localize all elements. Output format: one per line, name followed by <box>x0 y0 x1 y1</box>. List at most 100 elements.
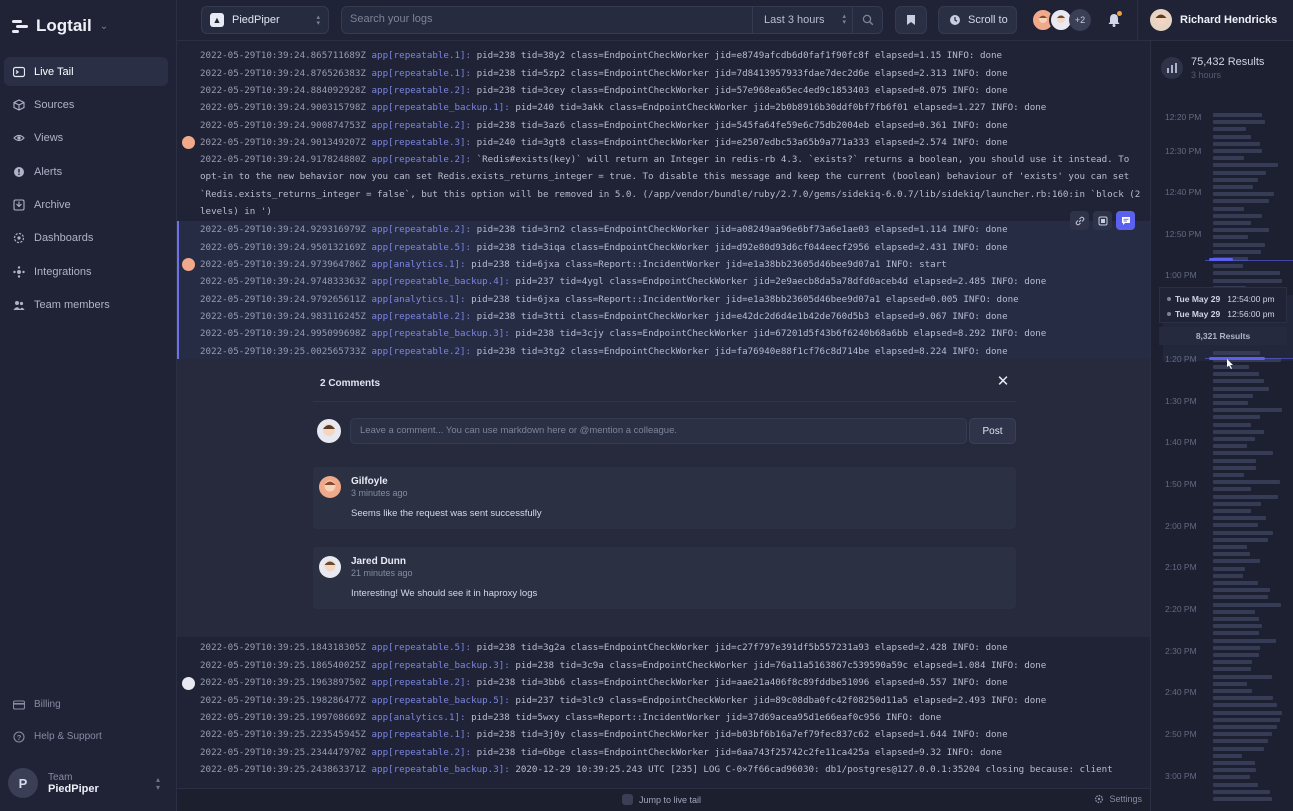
log-footer: Jump to live tail Settings <box>177 788 1150 811</box>
log-line[interactable]: 2022-05-29T10:39:24.979265611Z app[analy… <box>200 291 1145 308</box>
histogram-bar <box>1213 523 1258 528</box>
log-line-multiline[interactable]: 2022-05-29T10:39:24.917824880Z app[repea… <box>200 151 1145 221</box>
post-button[interactable]: Post <box>969 418 1016 444</box>
notification-dot <box>1117 11 1122 16</box>
log-line[interactable]: 2022-05-29T10:39:25.198286477Z app[repea… <box>200 692 1145 709</box>
settings-button[interactable]: Settings <box>1094 794 1142 804</box>
sidebar-item-views[interactable]: Views <box>4 124 168 153</box>
comment-author-avatar[interactable] <box>182 677 195 690</box>
histogram-bar <box>1213 494 1278 499</box>
histogram-bar <box>1213 408 1282 413</box>
histogram-bar <box>1213 667 1251 672</box>
log-line[interactable]: 2022-05-29T10:39:25.002565733Z app[repea… <box>200 343 1145 360</box>
log-line[interactable]: 2022-05-29T10:39:25.196389750Z app[repea… <box>200 674 1145 691</box>
sidebar-item-help[interactable]: ? Help & Support <box>4 722 168 751</box>
range-dot <box>1167 297 1171 301</box>
histogram-bar <box>1213 681 1247 686</box>
comment-time: 3 minutes ago <box>351 488 408 498</box>
user-menu[interactable]: Richard Hendricks <box>1150 8 1277 32</box>
dashboard-icon <box>13 232 25 244</box>
comments-panel: 2 Comments ✕ Post Gilfoyle 3 minutes ago… <box>177 359 1150 637</box>
log-line[interactable]: 2022-05-29T10:39:24.950132169Z app[repea… <box>200 239 1145 256</box>
histogram-bar <box>1213 465 1256 470</box>
time-axis-label: 1:00 PM <box>1165 270 1197 280</box>
time-range-select[interactable]: Last 3 hours ▴ ▾ <box>752 7 852 33</box>
comment-input[interactable] <box>360 425 950 436</box>
histogram-bar <box>1213 120 1265 125</box>
log-line[interactable]: 2022-05-29T10:39:24.884092928Z app[repea… <box>200 82 1145 99</box>
log-line[interactable]: 2022-05-29T10:39:25.186540025Z app[repea… <box>200 657 1145 674</box>
log-line[interactable]: 2022-05-29T10:39:25.234447970Z app[repea… <box>200 744 1145 761</box>
source-icon: ▲ <box>210 13 224 27</box>
sidebar-item-archive[interactable]: Archive <box>4 191 168 220</box>
log-line[interactable]: 2022-05-29T10:39:24.865711689Z app[repea… <box>200 47 1145 64</box>
results-summary: 75,432 Results 3 hours <box>1161 51 1286 85</box>
comment-author: Gilfoyle <box>351 476 388 487</box>
histogram-bar <box>1213 703 1277 708</box>
source-select[interactable]: ▲ PiedPiper ▴ ▾ <box>201 6 329 34</box>
chart-icon <box>1161 57 1183 79</box>
histogram-bar <box>1213 199 1269 204</box>
sidebar-item-team-members[interactable]: Team members <box>4 291 168 320</box>
close-icon[interactable]: ✕ <box>995 374 1011 390</box>
histogram-bar <box>1213 725 1277 729</box>
comment-card: Jared Dunn 21 minutes ago Interesting! W… <box>313 547 1016 609</box>
log-line[interactable]: 2022-05-29T10:39:25.184318305Z app[repea… <box>200 639 1145 656</box>
log-line[interactable]: 2022-05-29T10:39:24.900874753Z app[repea… <box>200 117 1145 134</box>
comment-card: Gilfoyle 3 minutes ago Seems like the re… <box>313 467 1016 529</box>
timeline-histogram[interactable]: 75,432 Results 3 hours 12:20 PM 12:30 PM… <box>1150 41 1293 811</box>
log-line[interactable]: 2022-05-29T10:39:25.199708669Z app[analy… <box>200 709 1145 726</box>
results-window: 3 hours <box>1191 70 1222 80</box>
histogram-bar <box>1213 451 1273 456</box>
sidebar-item-label: Integrations <box>34 265 92 278</box>
sidebar-item-integrations[interactable]: Integrations <box>4 257 168 286</box>
range-end-handle[interactable] <box>1209 357 1265 360</box>
sidebar-item-billing[interactable]: Billing <box>4 690 168 719</box>
histogram-bar <box>1213 631 1259 636</box>
histogram-bar <box>1213 797 1272 801</box>
log-line[interactable]: 2022-05-29T10:39:24.974833363Z app[repea… <box>200 273 1145 290</box>
histogram-bar <box>1213 573 1243 578</box>
range-start-handle[interactable] <box>1209 258 1233 261</box>
comment-author-avatar[interactable] <box>182 258 195 271</box>
comment-author-avatar[interactable] <box>182 136 195 149</box>
eye-icon <box>13 132 25 144</box>
sidebar-item-label: Live Tail <box>34 65 74 78</box>
sidebar-item-live-tail[interactable]: Live Tail <box>4 57 168 86</box>
sidebar-item-alerts[interactable]: Alerts <box>4 157 168 186</box>
histogram-bar <box>1213 422 1251 427</box>
histogram-bar <box>1213 509 1251 513</box>
log-line[interactable]: 2022-05-29T10:39:25.243863371Z app[repea… <box>200 761 1145 778</box>
team-switcher[interactable]: P Team PiedPiper ▴ ▾ <box>8 766 168 800</box>
person-face-icon <box>1057 15 1065 23</box>
search-input[interactable] <box>350 13 740 25</box>
histogram-bar <box>1213 645 1260 650</box>
jump-to-live-tail-button[interactable]: Jump to live tail <box>622 794 701 805</box>
histogram-bar <box>1213 516 1266 521</box>
log-line[interactable]: 2022-05-29T10:39:24.983116245Z app[repea… <box>200 308 1145 325</box>
histogram-bar <box>1213 624 1262 629</box>
time-axis-label: 1:30 PM <box>1165 396 1197 406</box>
search-button[interactable] <box>852 7 882 33</box>
log-line[interactable]: 2022-05-29T10:39:24.929316979Z app[repea… <box>200 221 1145 238</box>
log-line[interactable]: 2022-05-29T10:39:25.223545945Z app[repea… <box>200 726 1145 743</box>
log-line[interactable]: 2022-05-29T10:39:24.973964786Z app[analy… <box>200 256 1145 273</box>
log-line[interactable]: 2022-05-29T10:39:24.900315798Z app[repea… <box>200 99 1145 116</box>
histogram-bar <box>1213 401 1248 405</box>
log-line[interactable]: 2022-05-29T10:39:24.995099698Z app[repea… <box>200 325 1145 342</box>
histogram-bar <box>1213 235 1248 240</box>
viewer-avatars[interactable]: +2 <box>1031 8 1091 32</box>
sidebar-item-sources[interactable]: Sources <box>4 90 168 119</box>
log-line[interactable]: 2022-05-29T10:39:24.876526383Z app[repea… <box>200 65 1145 82</box>
sidebar-item-label: Alerts <box>34 165 63 178</box>
sidebar-item-dashboards[interactable]: Dashboards <box>4 224 168 253</box>
log-viewer[interactable]: 2022-05-29T10:39:24.865711689Z app[repea… <box>177 41 1150 791</box>
bookmark-button[interactable] <box>895 6 927 34</box>
histogram-bar <box>1213 602 1281 607</box>
time-axis-label: 2:10 PM <box>1165 562 1197 572</box>
brand[interactable]: Logtail ⌄ <box>12 14 108 38</box>
log-line[interactable]: 2022-05-29T10:39:24.901349207Z app[repea… <box>200 134 1145 151</box>
histogram-bar <box>1213 537 1268 542</box>
time-axis-label: 2:50 PM <box>1165 729 1197 739</box>
scroll-to-button[interactable]: Scroll to <box>938 6 1017 34</box>
